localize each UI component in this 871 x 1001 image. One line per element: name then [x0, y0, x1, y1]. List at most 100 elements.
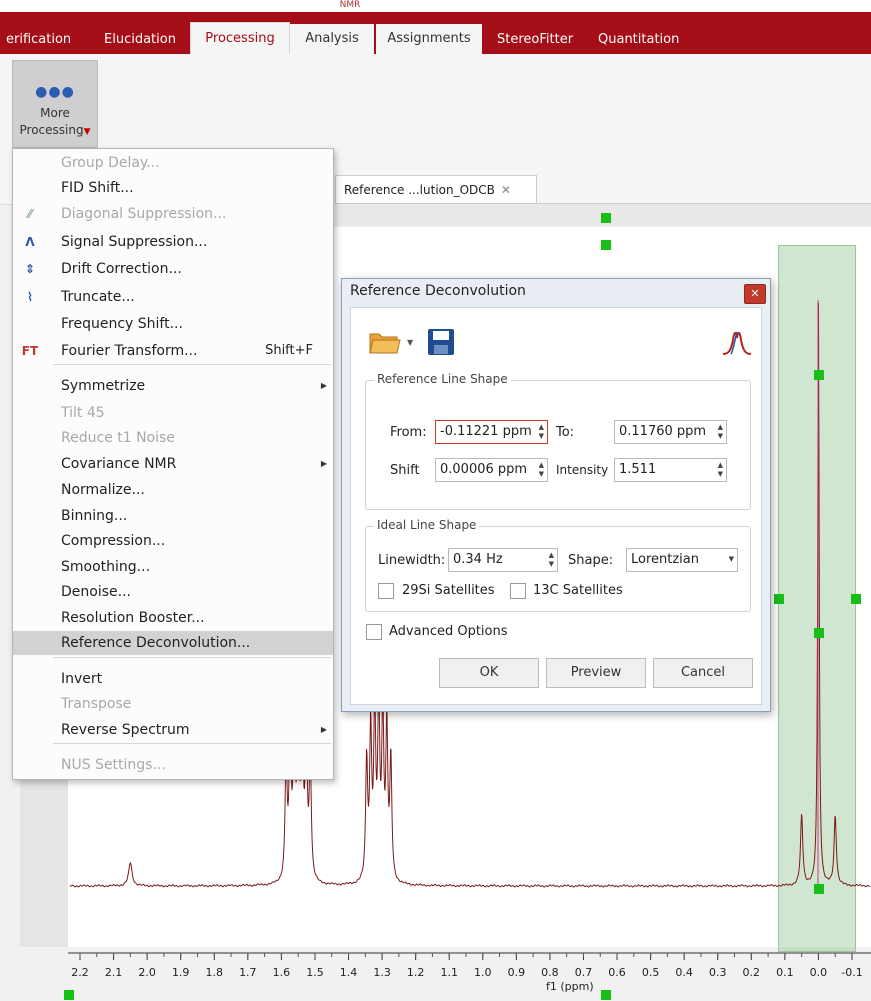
x-tick-label: 0.8 [541, 966, 559, 979]
menu-item-truncate[interactable]: ⌇ Truncate... [13, 285, 333, 309]
region-handle-left[interactable] [774, 594, 784, 604]
fourier-transform-icon: FT [21, 344, 39, 358]
spinner-icon[interactable]: ▲ ▼ [539, 423, 544, 441]
more-processing-menu: Group Delay... FID Shift... ⁄⁄ Diagonal Sup… [12, 148, 334, 780]
x-tick-label: 0.7 [575, 966, 593, 979]
menu-item-group-delay[interactable]: Group Delay... [13, 151, 333, 175]
menu-item-label: Group Delay... [61, 155, 160, 171]
si-satellites-checkbox[interactable] [378, 583, 394, 599]
linewidth-input[interactable]: 0.34 Hz ▲ ▼ [448, 548, 558, 572]
peak-handle-mid[interactable] [814, 628, 824, 638]
spinner-icon[interactable]: ▲ ▼ [718, 423, 723, 441]
menu-item-fid-shift[interactable]: FID Shift... [13, 176, 333, 200]
from-label: From: [390, 425, 427, 440]
x-tick-label: 1.1 [440, 966, 458, 979]
diagonal-suppression-icon: ⁄⁄ [27, 207, 32, 221]
menu-item-resolution-booster[interactable]: Resolution Booster... [13, 606, 333, 630]
spinner-icon[interactable]: ▲ ▼ [539, 461, 544, 479]
menu-item-covariance-nmr[interactable]: Covariance NMR ▶ [13, 452, 333, 476]
close-icon[interactable]: ✕ [744, 284, 766, 304]
x-tick-label: 1.0 [474, 966, 492, 979]
folder-icon[interactable] [369, 328, 401, 354]
x-tick-label: 1.9 [172, 966, 190, 979]
spinner-icon[interactable]: ▲ ▼ [718, 461, 723, 479]
intensity-label: Intensity [556, 463, 609, 477]
reference-line-shape-group: Reference Line Shape From: -0.11221 ppm ▲… [365, 372, 751, 510]
to-input[interactable]: 0.11760 ppm ▲ ▼ [614, 420, 727, 444]
region-handle-top-2[interactable] [601, 240, 611, 250]
menu-item-label: Resolution Booster... [61, 610, 205, 626]
save-icon[interactable] [427, 328, 455, 356]
c-satellites-checkbox[interactable] [510, 583, 526, 599]
menu-item-compression[interactable]: Compression... [13, 529, 333, 553]
menu-item-denoise[interactable]: Denoise... [13, 580, 333, 604]
x-tick-label: 0.9 [508, 966, 526, 979]
menu-item-tilt-45[interactable]: Tilt 45 [13, 401, 333, 425]
menu-item-invert[interactable]: Invert [13, 667, 333, 691]
ideal-line-shape-title: Ideal Line Shape [374, 518, 480, 532]
menu-item-shortcut: Shift+F [265, 343, 313, 358]
menu-item-label: Fourier Transform... [61, 343, 198, 359]
menu-item-label: FID Shift... [61, 180, 134, 196]
intensity-value: 1.511 [619, 462, 657, 477]
chevron-down-icon: ▼ [728, 555, 734, 563]
peak-handle-top[interactable] [814, 370, 824, 380]
menu-item-reverse-spectrum[interactable]: Reverse Spectrum ▶ [13, 718, 333, 742]
spinner-icon[interactable]: ▲ ▼ [549, 551, 554, 569]
chevron-down-icon[interactable]: ▼ [407, 338, 413, 347]
menu-item-signal-suppression[interactable]: Ʌ Signal Suppression... [13, 230, 333, 254]
menu-item-normalize[interactable]: Normalize... [13, 478, 333, 502]
menu-item-label: Signal Suppression... [61, 234, 208, 250]
menu-item-diagonal-suppression[interactable]: ⁄⁄ Diagonal Suppression... [13, 202, 333, 226]
axis-handle-mid[interactable] [601, 990, 611, 1000]
menu-item-label: Symmetrize [61, 378, 146, 394]
x-tick-label: 2.0 [138, 966, 156, 979]
x-axis-label: f1 (ppm) [546, 980, 594, 993]
shape-select[interactable]: Lorentzian ▼ [626, 548, 738, 572]
x-tick-label: 0.2 [743, 966, 761, 979]
dialog-body: ▼ Reference Line Shape From: -0.11221 pp… [350, 307, 762, 705]
peak-handle-bottom[interactable] [814, 884, 824, 894]
axis-handle-left[interactable] [64, 990, 74, 1000]
region-handle-right[interactable] [851, 594, 861, 604]
menu-item-label: Truncate... [61, 289, 135, 305]
menu-item-label: Transpose [61, 696, 132, 712]
menu-item-smoothing[interactable]: Smoothing... [13, 555, 333, 579]
ok-button[interactable]: OK [439, 658, 539, 688]
menu-item-label: Smoothing... [61, 559, 151, 575]
shape-value: Lorentzian [631, 552, 700, 567]
reference-deconvolution-dialog: Reference Deconvolution ✕ ▼ Reference Li… [341, 278, 771, 712]
shift-label: Shift [390, 463, 420, 478]
to-value: 0.11760 ppm [619, 424, 707, 439]
lineshape-icon[interactable] [721, 328, 753, 356]
menu-item-fourier-transform[interactable]: FT Fourier Transform... Shift+F [13, 339, 333, 363]
menu-item-reference-deconvolution[interactable]: Reference Deconvolution... [13, 631, 333, 655]
c-satellites-label: 13C Satellites [533, 583, 623, 598]
menu-item-reduce-t1-noise[interactable]: Reduce t1 Noise [13, 426, 333, 450]
linewidth-label: Linewidth: [378, 553, 446, 568]
menu-item-label: Tilt 45 [61, 405, 105, 421]
menu-item-drift-correction[interactable]: ⇕ Drift Correction... [13, 257, 333, 281]
advanced-options-checkbox[interactable] [366, 624, 382, 640]
menu-item-label: Reverse Spectrum [61, 722, 190, 738]
menu-item-label: Binning... [61, 508, 128, 524]
cancel-button[interactable]: Cancel [653, 658, 753, 688]
menu-item-label: Compression... [61, 533, 166, 549]
x-tick-label: 0.0 [810, 966, 828, 979]
region-handle-top[interactable] [601, 213, 611, 223]
menu-item-nus-settings[interactable]: NUS Settings... [13, 753, 333, 777]
intensity-input[interactable]: 1.511 ▲ ▼ [614, 458, 727, 482]
x-tick-label: 1.5 [306, 966, 324, 979]
from-input[interactable]: -0.11221 ppm ▲ ▼ [435, 420, 548, 444]
x-tick-label: 1.4 [340, 966, 358, 979]
x-tick-label: 0.5 [642, 966, 660, 979]
menu-item-frequency-shift[interactable]: Frequency Shift... [13, 312, 333, 336]
menu-item-binning[interactable]: Binning... [13, 504, 333, 528]
menu-item-symmetrize[interactable]: Symmetrize ▶ [13, 374, 333, 398]
shift-input[interactable]: 0.00006 ppm ▲ ▼ [435, 458, 548, 482]
menu-item-label: Denoise... [61, 584, 131, 600]
preview-button[interactable]: Preview [546, 658, 646, 688]
x-tick-label: -0.1 [841, 966, 862, 979]
reference-line-shape-title: Reference Line Shape [374, 372, 511, 386]
menu-item-transpose[interactable]: Transpose [13, 692, 333, 716]
